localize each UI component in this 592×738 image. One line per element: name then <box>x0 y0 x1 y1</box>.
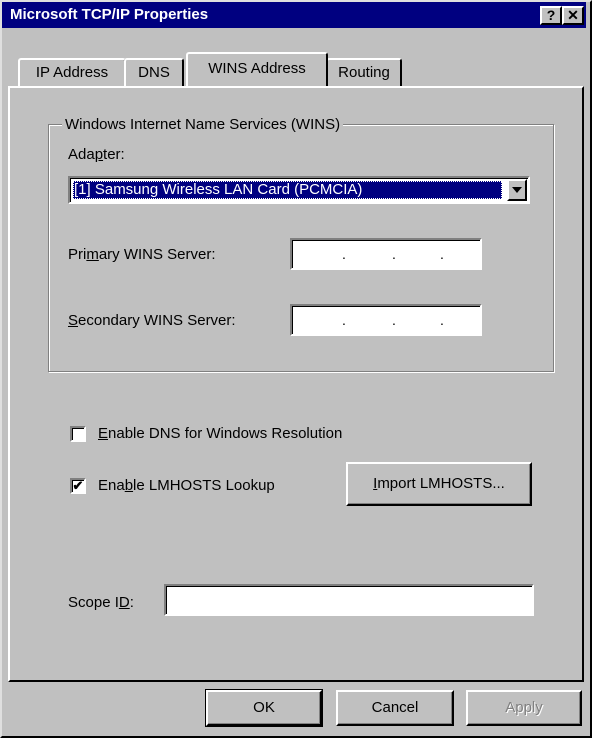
secondary-wins-label: Secondary WINS Server: <box>68 312 236 329</box>
cancel-button[interactable]: Cancel <box>336 690 454 726</box>
apply-button[interactable]: Apply <box>466 690 582 726</box>
ok-button[interactable]: OK <box>205 689 323 727</box>
ip-separator: . <box>392 246 396 262</box>
adapter-label: Adapter: <box>68 146 125 163</box>
tab-dns[interactable]: DNS <box>124 58 184 86</box>
window-title: Microsoft TCP/IP Properties <box>10 6 209 23</box>
ip-separator: . <box>440 246 444 262</box>
wins-group-label: Windows Internet Name Services (WINS) <box>62 116 344 133</box>
ip-separator: . <box>342 246 346 262</box>
tab-label: WINS Address <box>208 60 306 77</box>
checkmark-icon: ✔ <box>72 478 84 493</box>
adapter-selected-value: [1] Samsung Wireless LAN Card (PCMCIA) <box>73 181 502 199</box>
adapter-dropdown[interactable]: [1] Samsung Wireless LAN Card (PCMCIA) <box>68 176 530 204</box>
tab-label: Routing <box>338 64 390 81</box>
enable-lmhosts-label[interactable]: Enable LMHOSTS Lookup <box>98 477 275 494</box>
tab-label: IP Address <box>35 64 109 81</box>
title-bar[interactable]: Microsoft TCP/IP Properties ? ✕ <box>2 2 586 28</box>
enable-dns-checkbox[interactable] <box>70 426 86 442</box>
tab-routing[interactable]: Routing <box>326 58 402 86</box>
enable-lmhosts-checkbox[interactable]: ✔ <box>70 478 86 494</box>
primary-wins-input[interactable]: . . . <box>290 238 482 270</box>
help-icon: ? <box>546 7 556 23</box>
enable-dns-label[interactable]: Enable DNS for Windows Resolution <box>98 425 342 442</box>
ip-separator: . <box>342 312 346 328</box>
ip-separator: . <box>440 312 444 328</box>
close-icon: ✕ <box>567 7 579 23</box>
dropdown-arrow-button[interactable] <box>507 179 527 201</box>
help-button[interactable]: ? <box>540 6 562 25</box>
chevron-down-icon <box>512 187 522 193</box>
secondary-wins-input[interactable]: . . . <box>290 304 482 336</box>
scope-id-input[interactable] <box>164 584 534 616</box>
import-lmhosts-button[interactable]: Import LMHOSTS... <box>346 462 532 506</box>
close-button[interactable]: ✕ <box>562 6 584 25</box>
primary-wins-label: Primary WINS Server: <box>68 246 216 263</box>
ip-separator: . <box>392 312 396 328</box>
scope-id-label: Scope ID: <box>68 594 134 611</box>
tab-ip-address[interactable]: IP Address <box>18 58 126 86</box>
tab-label: DNS <box>138 64 170 81</box>
tab-wins-address[interactable]: WINS Address <box>186 52 328 86</box>
